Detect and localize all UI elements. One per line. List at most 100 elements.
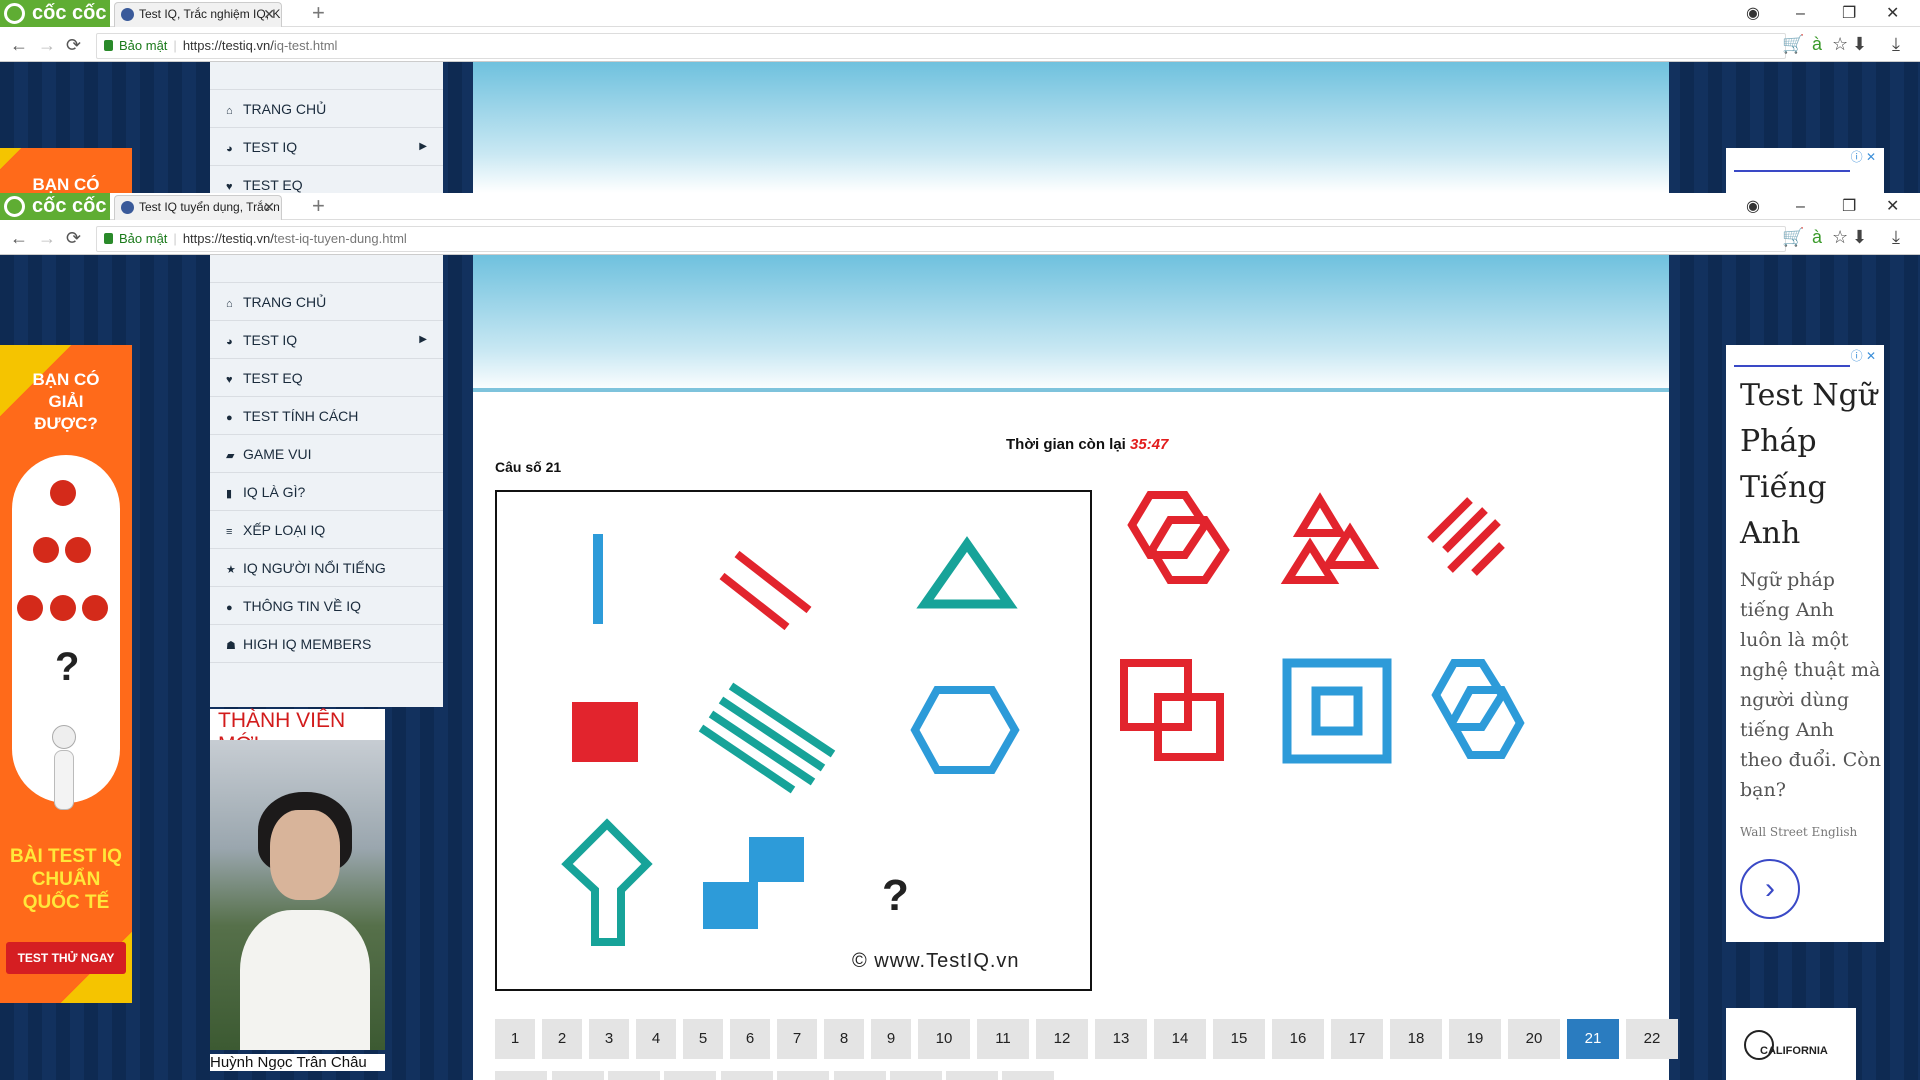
reload-icon[interactable]: ⟳	[66, 228, 81, 249]
menu-item-7[interactable]: ★ IQ NGƯỜI NỔI TIẾNG	[210, 549, 443, 587]
menu-item-test-iq-1[interactable]: ◕ TEST IQ ▶	[210, 128, 443, 166]
timer-value: 35:47	[1130, 436, 1169, 453]
sidebar-menu-1: ⌂ TRANG CHỦ ◕ TEST IQ ▶ ♥ TEST EQ	[210, 62, 443, 193]
translate-icon[interactable]: à	[1812, 227, 1822, 248]
account-icon[interactable]: ◉	[1746, 0, 1760, 27]
restore-icon[interactable]: ❐	[1842, 193, 1856, 220]
menu-label: GAME VUI	[243, 446, 312, 462]
test-now-button[interactable]: TEST THỬ NGAY	[6, 942, 126, 974]
page-button-9[interactable]: 9	[871, 1019, 911, 1059]
page-button-17[interactable]: 17	[1331, 1019, 1383, 1059]
window-close-icon[interactable]: ✕	[1886, 0, 1899, 27]
list-icon: ≡	[226, 526, 233, 538]
option-6[interactable]	[1431, 659, 1525, 759]
menu-item-test-eq-1[interactable]: ♥ TEST EQ	[210, 166, 443, 193]
page-button-3[interactable]: 3	[589, 1019, 629, 1059]
browser-tab[interactable]: Test IQ, Trắc nghiệm IQ, K ✕	[114, 2, 282, 27]
save-icon[interactable]: ⤓	[1892, 227, 1900, 248]
menu-item-8[interactable]: ● THÔNG TIN VỀ IQ	[210, 587, 443, 625]
menu-item-1[interactable]: ◕ TEST IQ ▶	[210, 321, 443, 359]
page-button-8[interactable]: 8	[824, 1019, 864, 1059]
right-ad[interactable]: ⓘ ✕ Test Ngữ Pháp Tiếng Anh Ngữ pháp tiế…	[1726, 345, 1884, 942]
tab-bar: cốc cốc Test IQ tuyển dụng, Trắc n ✕ + ◉ …	[0, 193, 1920, 220]
page-button-7[interactable]: 7	[777, 1019, 817, 1059]
close-tab-icon[interactable]: ✕	[263, 196, 275, 219]
bookmark-star-icon[interactable]: ☆	[1832, 227, 1848, 248]
coccoc-logo[interactable]: cốc cốc	[0, 0, 110, 27]
menu-label: IQ LÀ GÌ?	[243, 484, 306, 500]
ad-go-button[interactable]: ›	[1740, 859, 1800, 919]
url-field[interactable]: Bảo mật | https://testiq.vn/test-iq-tuyen-…	[96, 226, 1786, 252]
back-icon[interactable]: ←	[10, 228, 28, 249]
ad-choices-icon[interactable]: ⓘ ✕	[1851, 148, 1876, 165]
chat-icon: ●	[226, 412, 233, 424]
menu-item-2[interactable]: ♥ TEST EQ	[210, 359, 443, 397]
account-icon[interactable]: ◉	[1746, 193, 1760, 220]
page-button-10[interactable]: 10	[918, 1019, 970, 1059]
right-ad-1[interactable]: ⓘ ✕	[1726, 148, 1884, 193]
page-button-12[interactable]: 12	[1036, 1019, 1088, 1059]
page-button-19[interactable]: 19	[1449, 1019, 1501, 1059]
menu-item-9[interactable]: ☗ HIGH IQ MEMBERS	[210, 625, 443, 663]
lock-icon	[104, 233, 113, 244]
download-icon[interactable]: ⬇	[1852, 34, 1867, 55]
browser-tab[interactable]: Test IQ tuyển dụng, Trắc n ✕	[114, 195, 282, 220]
page-button-15[interactable]: 15	[1213, 1019, 1265, 1059]
minimize-icon[interactable]: –	[1796, 0, 1805, 27]
page-button-4[interactable]: 4	[636, 1019, 676, 1059]
window-close-icon[interactable]: ✕	[1886, 193, 1899, 220]
page-button-22[interactable]: 22	[1626, 1019, 1678, 1059]
left-ad[interactable]: BẠN CÓ GIẢI ĐƯỢC? ? BÀI TEST IQ CHUẨN QU…	[0, 345, 132, 1003]
option-4[interactable]	[1120, 659, 1224, 761]
translate-icon[interactable]: à	[1812, 34, 1822, 55]
page-button-21[interactable]: 21	[1567, 1019, 1619, 1059]
page-button-2[interactable]: 2	[542, 1019, 582, 1059]
menu-item-4[interactable]: ▰ GAME VUI	[210, 435, 443, 473]
menu-item-5[interactable]: ▮ IQ LÀ GÌ?	[210, 473, 443, 511]
page-button-1[interactable]: 1	[495, 1019, 535, 1059]
bookmark-star-icon[interactable]: ☆	[1832, 34, 1848, 55]
new-tab-icon[interactable]: +	[312, 0, 325, 26]
menu-item-6[interactable]: ≡ XẾP LOẠI IQ	[210, 511, 443, 549]
shop-icon[interactable]: 🛒	[1782, 227, 1804, 248]
menu-item-3[interactable]: ● TEST TÍNH CÁCH	[210, 397, 443, 435]
forward-icon[interactable]: →	[38, 228, 56, 249]
page-button-14[interactable]: 14	[1154, 1019, 1206, 1059]
menu-item-trang-chu-1[interactable]: ⌂ TRANG CHỦ	[210, 90, 443, 128]
menu-label: TEST IQ	[243, 139, 298, 155]
option-2[interactable]	[1280, 492, 1380, 584]
ad-choices-icon[interactable]: ⓘ ✕	[1851, 347, 1876, 364]
tab-bar: cốc cốc Test IQ, Trắc nghiệm IQ, K ✕ + ◉ …	[0, 0, 1920, 27]
page-button-6[interactable]: 6	[730, 1019, 770, 1059]
left-ad-1[interactable]: BẠN CÓ	[0, 148, 132, 193]
forward-icon[interactable]: →	[38, 35, 56, 56]
option-3[interactable]	[1427, 497, 1505, 576]
back-icon[interactable]: ←	[10, 35, 28, 56]
page-button-5[interactable]: 5	[683, 1019, 723, 1059]
url-field[interactable]: Bảo mật | https://testiq.vn/iq-test.html	[96, 33, 1786, 59]
page-button-11[interactable]: 11	[977, 1019, 1029, 1059]
page-button-20[interactable]: 20	[1508, 1019, 1560, 1059]
member-name[interactable]: Huỳnh Ngọc Trân Châu	[210, 1054, 385, 1071]
page-button-16[interactable]: 16	[1272, 1019, 1324, 1059]
option-5[interactable]	[1282, 658, 1392, 764]
close-tab-icon[interactable]: ✕	[263, 3, 275, 26]
option-1[interactable]	[1127, 491, 1230, 584]
shop-icon[interactable]: 🛒	[1782, 34, 1804, 55]
new-tab-icon[interactable]: +	[312, 193, 325, 219]
restore-icon[interactable]: ❐	[1842, 0, 1856, 27]
book-icon: ▮	[226, 488, 233, 500]
save-icon[interactable]: ⤓	[1892, 34, 1900, 55]
menu-item-0[interactable]: ⌂ TRANG CHỦ	[210, 283, 443, 321]
pagination-row-2	[721, 1071, 773, 1080]
watermark: © www.TestIQ.vn	[852, 950, 1020, 972]
download-icon[interactable]: ⬇	[1852, 227, 1867, 248]
minimize-icon[interactable]: –	[1796, 193, 1805, 220]
page-button-18[interactable]: 18	[1390, 1019, 1442, 1059]
shape-arrow-house	[561, 818, 653, 946]
member-photo[interactable]	[210, 740, 385, 1050]
reload-icon[interactable]: ⟳	[66, 35, 81, 56]
right-ad-2[interactable]: CALIFORNIA	[1726, 1008, 1856, 1080]
coccoc-logo[interactable]: cốc cốc	[0, 193, 110, 220]
page-button-13[interactable]: 13	[1095, 1019, 1147, 1059]
